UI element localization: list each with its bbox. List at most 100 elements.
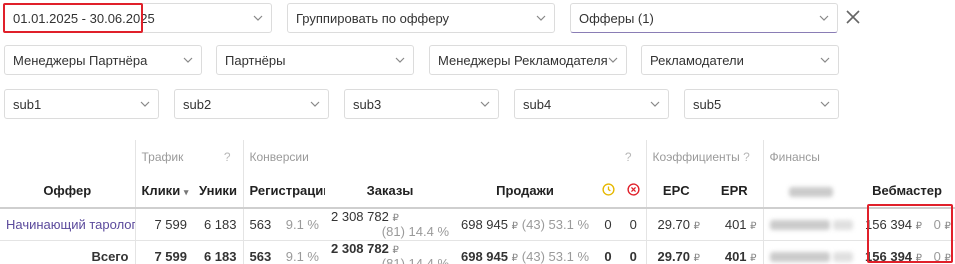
conversions-help-icon[interactable]: ? xyxy=(625,150,632,164)
cell-hidden xyxy=(762,208,860,241)
reg-count: 563 xyxy=(249,248,272,264)
partner-managers-value: Менеджеры Партнёра xyxy=(13,52,148,68)
col-epr[interactable]: EPR xyxy=(706,174,764,209)
total-orders: 2 308 782 ₽ (81) 14.4 % xyxy=(325,240,455,264)
offer-link[interactable]: Начинающий таролог xyxy=(0,208,135,241)
currency: ₽ xyxy=(392,213,399,225)
chevron-down-icon xyxy=(536,13,546,23)
cell-uniques: 6 183 xyxy=(193,208,243,241)
section-coefficients: Коэффициенты ? xyxy=(645,140,764,174)
date-range-select[interactable]: 01.01.2025 - 30.06.2025 xyxy=(4,3,272,33)
coefficients-help-icon[interactable]: ? xyxy=(743,150,750,164)
group-by-select[interactable]: Группировать по офферу xyxy=(287,3,555,33)
cell-epr: 401 ₽ xyxy=(706,208,764,241)
webmaster-extra: 0 xyxy=(933,248,941,264)
cell-webmaster: 156 394 ₽ 0 ₽ xyxy=(859,208,955,241)
partner-managers-select[interactable]: Менеджеры Партнёра xyxy=(4,45,202,75)
epr-value: 401 xyxy=(724,216,747,232)
total-registrations: 563 9.1 % xyxy=(242,240,325,264)
total-label: Всего xyxy=(0,240,135,264)
chevron-down-icon xyxy=(140,99,150,109)
chevron-down-icon xyxy=(480,99,490,109)
sub4-select[interactable]: sub4 xyxy=(514,89,669,119)
sub1-value: sub1 xyxy=(13,96,42,112)
currency: ₽ xyxy=(693,252,701,264)
clock-icon xyxy=(601,182,615,196)
reg-count: 563 xyxy=(249,216,272,232)
sales-sum: 698 945 xyxy=(461,248,508,264)
col-sales[interactable]: Продажи xyxy=(455,174,595,209)
orders-detail: (81) 14.4 % xyxy=(381,256,449,264)
total-rejected: 0 xyxy=(621,240,647,264)
total-clicks: 7 599 xyxy=(134,240,193,264)
col-orders[interactable]: Заказы xyxy=(325,174,455,209)
clear-filters-button[interactable] xyxy=(845,9,861,25)
date-range-value: 01.01.2025 - 30.06.2025 xyxy=(13,10,155,26)
col-uniques[interactable]: Уники xyxy=(193,174,243,209)
sub4-value: sub4 xyxy=(523,96,552,112)
col-offer: Оффер xyxy=(0,174,135,209)
sub2-select[interactable]: sub2 xyxy=(174,89,329,119)
sub5-select[interactable]: sub5 xyxy=(684,89,839,119)
col-registrations[interactable]: Регистрации xyxy=(242,174,325,209)
traffic-help-icon[interactable]: ? xyxy=(224,150,231,164)
webmaster-extra: 0 xyxy=(933,216,941,232)
stats-table: Трафик ? Конверсии ? Коэффициенты ? Фина… xyxy=(0,140,955,264)
currency: ₽ xyxy=(944,220,951,232)
total-hidden xyxy=(762,240,860,264)
col-rejected[interactable] xyxy=(621,174,647,209)
total-sales: 698 945 ₽ (43) 53.1 % xyxy=(455,240,595,264)
currency: ₽ xyxy=(511,220,518,232)
table-row: Начинающий таролог 7 599 6 183 563 9.1 %… xyxy=(0,208,955,241)
advertisers-select[interactable]: Рекламодатели xyxy=(641,45,839,75)
blurred-value xyxy=(769,252,830,263)
section-coefficients-label: Коэффициенты xyxy=(652,150,740,164)
col-webmaster[interactable]: Вебмастер xyxy=(859,174,955,209)
col-pending[interactable] xyxy=(595,174,621,209)
currency: ₽ xyxy=(693,220,701,232)
sub1-select[interactable]: sub1 xyxy=(4,89,159,119)
advertiser-managers-select[interactable]: Менеджеры Рекламодателя xyxy=(429,45,627,75)
section-finances: Финансы xyxy=(762,140,955,174)
reg-percent: 9.1 % xyxy=(285,216,319,232)
offers-select[interactable]: Офферы (1) xyxy=(570,3,838,33)
sub2-value: sub2 xyxy=(183,96,212,112)
sales-sum: 698 945 xyxy=(461,216,508,232)
blurred-value xyxy=(769,220,830,231)
chevron-down-icon xyxy=(650,99,660,109)
currency: ₽ xyxy=(392,245,399,256)
currency: ₽ xyxy=(511,252,518,264)
chevron-down-icon xyxy=(395,55,405,65)
advertisers-value: Рекламодатели xyxy=(650,52,744,68)
partners-select[interactable]: Партнёры xyxy=(216,45,414,75)
group-by-value: Группировать по офферу xyxy=(296,10,450,26)
cancel-circle-icon xyxy=(627,182,640,196)
total-epc: 29.70 ₽ xyxy=(645,240,707,264)
currency: ₽ xyxy=(915,252,923,264)
column-header-row: Оффер Клики ▾ Уники Регистрации Заказы П… xyxy=(0,174,955,209)
currency: ₽ xyxy=(750,252,757,264)
chevron-down-icon xyxy=(819,13,829,23)
sub3-select[interactable]: sub3 xyxy=(344,89,499,119)
epr-value: 401 xyxy=(724,248,747,264)
sub3-value: sub3 xyxy=(353,96,382,112)
reg-percent: 9.1 % xyxy=(285,248,319,264)
partners-value: Партнёры xyxy=(225,52,286,68)
cell-registrations: 563 9.1 % xyxy=(242,208,325,241)
section-traffic-label: Трафик xyxy=(141,150,184,164)
epc-value: 29.70 xyxy=(657,248,691,264)
chevron-down-icon xyxy=(183,55,193,65)
orders-sum: 2 308 782 xyxy=(331,241,389,256)
col-clicks[interactable]: Клики ▾ xyxy=(134,174,193,209)
chevron-down-icon xyxy=(310,99,320,109)
advertiser-managers-value: Менеджеры Рекламодателя xyxy=(438,52,608,68)
orders-sum: 2 308 782 xyxy=(331,209,389,225)
webmaster-sum: 156 394 xyxy=(865,248,913,264)
section-finances-label: Финансы xyxy=(769,150,820,164)
offer-name[interactable]: Начинающий таролог xyxy=(6,217,135,232)
col-epc[interactable]: EPC xyxy=(645,174,707,209)
chevron-down-icon xyxy=(820,99,830,109)
col-hidden xyxy=(762,174,860,209)
cell-orders: 2 308 782 ₽ (81) 14.4 % xyxy=(325,208,455,241)
cell-rejected: 0 xyxy=(621,208,647,241)
